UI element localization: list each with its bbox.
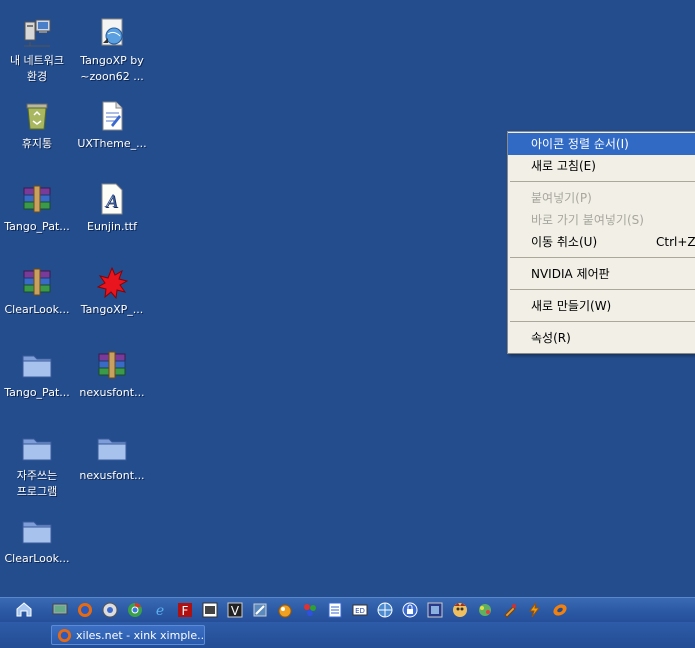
taskbar: xiles.net - xink ximple... — [0, 622, 695, 648]
font-file-icon: A — [95, 182, 129, 216]
desktop-icon-eunjin-font[interactable]: A Eunjin.ttf — [75, 182, 149, 235]
chrome-icon[interactable] — [127, 602, 143, 618]
vnc-icon[interactable] — [202, 602, 218, 618]
desktop-icon-uxtheme[interactable]: UXTheme_... — [75, 99, 149, 152]
document-icon — [95, 99, 129, 133]
red-splat-icon — [95, 265, 129, 300]
menu-item-properties[interactable]: 속성(R) — [508, 327, 695, 349]
recycle-bin-icon — [20, 99, 54, 133]
folder-icon — [20, 514, 54, 548]
desktop[interactable]: 내 네트워크 환경 TangoXP by ~zoon62 ... 휴지통 UXT… — [0, 0, 695, 597]
desktop-icon-tango-pat-folder[interactable]: Tango_Pat... — [0, 348, 74, 401]
desktop-icon-nexusfont-archive[interactable]: nexusfont... — [75, 348, 149, 401]
svg-text:A: A — [104, 192, 118, 212]
lightning-icon[interactable] — [527, 602, 543, 618]
winrar-archive-icon — [95, 348, 129, 382]
desktop-icon-label: ClearLook... — [4, 303, 70, 316]
menu-separator — [510, 321, 695, 322]
desktop-icon-clearlook-archive[interactable]: ClearLook... — [0, 265, 74, 318]
folder-icon — [20, 431, 54, 465]
svg-text:e: e — [156, 603, 164, 618]
menu-separator — [510, 181, 695, 182]
winrar-archive-icon — [20, 182, 54, 216]
menu-item-paste[interactable]: 붙여넣기(P) — [508, 187, 695, 209]
quick-launch-bar: e F V ED — [0, 597, 695, 623]
paint-icon[interactable] — [302, 602, 318, 618]
tool-icon[interactable] — [252, 602, 268, 618]
desktop-icon-label: 자주쓰는 프로그램 — [16, 469, 58, 498]
anime-icon[interactable] — [452, 602, 468, 618]
desktop-context-menu: 아이콘 정렬 순서(I) 새로 고침(E) 붙여넣기(P) 바로 가기 붙여넣기… — [507, 131, 695, 354]
desktop-icon-label: ClearLook... — [4, 552, 70, 565]
show-desktop-icon[interactable] — [15, 600, 33, 618]
menu-item-refresh[interactable]: 새로 고침(E) — [508, 155, 695, 177]
media-icon[interactable] — [102, 602, 118, 618]
lock-icon[interactable] — [402, 602, 418, 618]
menu-separator — [510, 289, 695, 290]
firefox-icon[interactable] — [77, 602, 93, 618]
firefox-icon — [57, 628, 72, 643]
desktop-icon-recycle-bin[interactable]: 휴지통 — [0, 99, 74, 152]
notepad-icon[interactable] — [327, 602, 343, 618]
monitor-icon[interactable] — [52, 602, 68, 618]
tool2-icon[interactable] — [502, 602, 518, 618]
desktop-icon-favorite-programs[interactable]: 자주쓰는 프로그램 — [0, 431, 74, 500]
web-shortcut-icon — [95, 16, 129, 50]
desktop-icon-label: Eunjin.ttf — [87, 220, 137, 233]
desktop-icon-tangoxp-splat[interactable]: TangoXP_... — [75, 265, 149, 318]
desktop-icon-label: TangoXP_... — [80, 303, 144, 316]
taskbar-button-firefox-window[interactable]: xiles.net - xink ximple... — [51, 625, 205, 645]
desktop-icon-label: 휴지통 — [21, 137, 53, 150]
desktop-icon-label: Tango_Pat... — [4, 220, 70, 233]
desktop-icon-nexusfont-folder[interactable]: nexusfont... — [75, 431, 149, 484]
desktop-icon-tangoxp-link[interactable]: TangoXP by ~zoon62 ... — [75, 16, 149, 85]
menu-item-shortcut: Ctrl+Z — [656, 235, 695, 249]
desktop-icon-tango-pat-archive[interactable]: Tango_Pat... — [0, 182, 74, 235]
menu-item-undo-move[interactable]: 이동 취소(U) Ctrl+Z — [508, 231, 695, 253]
svg-text:ED: ED — [355, 607, 365, 615]
filezilla-icon[interactable]: F — [177, 602, 193, 618]
desktop-icon-clearlook-folder[interactable]: ClearLook... — [0, 514, 74, 567]
menu-separator — [510, 257, 695, 258]
game-icon[interactable] — [477, 602, 493, 618]
desktop-icon-label: nexusfont... — [79, 469, 145, 482]
desktop-icon-label: Tango_Pat... — [4, 386, 70, 399]
desktop-icon-label: UXTheme_... — [77, 137, 147, 150]
network-places-icon — [20, 16, 54, 50]
desktop-icon-network[interactable]: 내 네트워크 환경 — [0, 16, 74, 85]
menu-item-arrange-icons[interactable]: 아이콘 정렬 순서(I) — [508, 133, 695, 155]
desktop-icon-label: 내 네트워크 환경 — [9, 54, 65, 83]
globe-icon[interactable] — [377, 602, 393, 618]
taskbar-button-label: xiles.net - xink ximple... — [76, 629, 205, 642]
menu-item-new[interactable]: 새로 만들기(W) — [508, 295, 695, 317]
desktop-icon-label: TangoXP by ~zoon62 ... — [80, 54, 144, 83]
app-icon[interactable]: ED — [352, 602, 368, 618]
menu-item-nvidia-control-panel[interactable]: NVIDIA 제어판 — [508, 263, 695, 285]
ie-icon[interactable]: e — [152, 602, 168, 618]
winrar-archive-icon — [20, 265, 54, 299]
blue-app-icon[interactable] — [427, 602, 443, 618]
folder-icon — [95, 431, 129, 465]
ball-icon[interactable] — [277, 602, 293, 618]
folder-icon — [20, 348, 54, 382]
svg-text:F: F — [182, 604, 189, 618]
svg-text:V: V — [231, 604, 240, 618]
desktop-icon-label: nexusfont... — [79, 386, 145, 399]
menu-item-paste-shortcut[interactable]: 바로 가기 붙여넣기(S) — [508, 209, 695, 231]
orange-icon[interactable] — [552, 602, 568, 618]
v-app-icon[interactable]: V — [227, 602, 243, 618]
